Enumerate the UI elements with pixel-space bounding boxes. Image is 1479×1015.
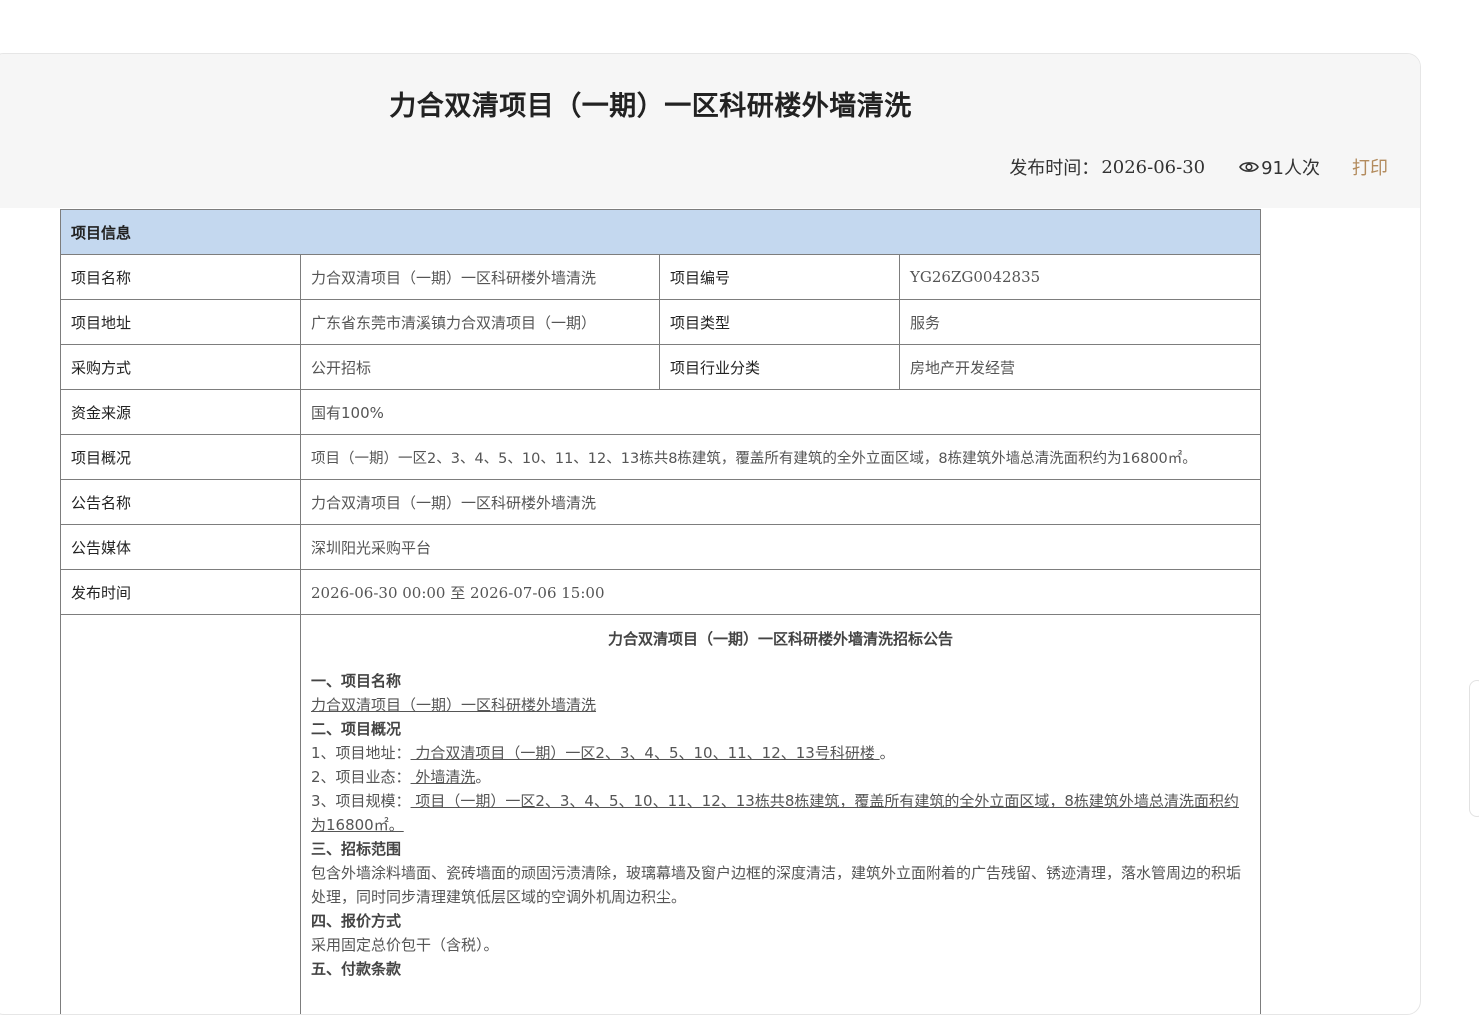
value-cell: 房地产开发经营 xyxy=(900,345,1261,390)
line-label: 2、项目业态： xyxy=(311,768,411,786)
table-row: 公告媒体 深圳阳光采购平台 xyxy=(61,525,1261,570)
section-header: 项目信息 xyxy=(61,210,1261,255)
table-row: 采购方式 公开招标 项目行业分类 房地产开发经营 xyxy=(61,345,1261,390)
label-cell: 公告媒体 xyxy=(61,525,301,570)
section-title: 四、报价方式 xyxy=(311,909,1250,933)
page-title: 力合双清项目（一期）一区科研楼外墙清洗 xyxy=(0,84,1310,123)
project-info-table: 项目信息 项目名称 力合双清项目（一期）一区科研楼外墙清洗 项目编号 YG26Z… xyxy=(60,209,1261,1015)
label-cell xyxy=(61,615,301,1015)
value-cell: 深圳阳光采购平台 xyxy=(301,525,1261,570)
value-cell: 力合双清项目（一期）一区科研楼外墙清洗 xyxy=(301,255,660,300)
label-cell: 项目编号 xyxy=(660,255,900,300)
value-cell: 项目（一期）一区2、3、4、5、10、11、12、13栋共8栋建筑，覆盖所有建筑… xyxy=(301,435,1261,480)
notice-line: 2、项目业态： 外墙清洗。 xyxy=(311,765,1250,789)
label-cell: 项目地址 xyxy=(61,300,301,345)
notice-content: 力合双清项目（一期）一区科研楼外墙清洗招标公告 一、项目名称 力合双清项目（一期… xyxy=(301,615,1261,1015)
line-label: 1、项目地址： xyxy=(311,744,411,762)
table-header-row: 项目信息 xyxy=(61,210,1261,255)
section-title: 二、项目概况 xyxy=(311,717,1250,741)
label-cell: 资金来源 xyxy=(61,390,301,435)
label-cell: 项目名称 xyxy=(61,255,301,300)
label-cell: 项目类型 xyxy=(660,300,900,345)
label-cell: 发布时间 xyxy=(61,570,301,615)
value-cell: 力合双清项目（一期）一区科研楼外墙清洗 xyxy=(301,480,1261,525)
line-value: 外墙清洗 xyxy=(411,768,476,786)
eye-icon xyxy=(1239,160,1259,174)
line-label: 3、项目规模： xyxy=(311,792,411,810)
section-title: 五、付款条款 xyxy=(311,957,1250,981)
detail-card: 力合双清项目（一期）一区科研楼外墙清洗 发布时间： 2026-06-30 91人… xyxy=(0,53,1421,1015)
view-count-text: 91人次 xyxy=(1261,154,1320,180)
publish-date: 2026-06-30 xyxy=(1101,157,1205,178)
label-cell: 项目行业分类 xyxy=(660,345,900,390)
label-cell: 公告名称 xyxy=(61,480,301,525)
section-body: 采用固定总价包干（含税）。 xyxy=(311,933,1250,957)
value-cell: YG26ZG0042835 xyxy=(900,255,1261,300)
section-body: 包含外墙涂料墙面、瓷砖墙面的顽固污渍清除，玻璃幕墙及窗户边框的深度清洁，建筑外立… xyxy=(311,861,1250,909)
table-row: 公告名称 力合双清项目（一期）一区科研楼外墙清洗 xyxy=(61,480,1261,525)
section-title: 三、招标范围 xyxy=(311,837,1250,861)
value-cell: 2026-06-30 00:00 至 2026-07-06 15:00 xyxy=(301,570,1261,615)
publish-label: 发布时间： xyxy=(1009,154,1099,180)
view-count: 91人次 xyxy=(1239,154,1320,180)
value-cell: 服务 xyxy=(900,300,1261,345)
print-button[interactable]: 打印 xyxy=(1352,154,1388,180)
value-cell: 公开招标 xyxy=(301,345,660,390)
section-body: 力合双清项目（一期）一区科研楼外墙清洗 xyxy=(311,693,1250,717)
line-value: 项目（一期）一区2、3、4、5、10、11、12、13栋共8栋建筑，覆盖所有建筑… xyxy=(311,792,1239,834)
side-scroll-tab[interactable] xyxy=(1469,680,1479,817)
table-row: 项目名称 力合双清项目（一期）一区科研楼外墙清洗 项目编号 YG26ZG0042… xyxy=(61,255,1261,300)
table-row: 项目地址 广东省东莞市清溪镇力合双清项目（一期） 项目类型 服务 xyxy=(61,300,1261,345)
section-title: 一、项目名称 xyxy=(311,669,1250,693)
value-cell: 广东省东莞市清溪镇力合双清项目（一期） xyxy=(301,300,660,345)
notice-line: 3、项目规模： 项目（一期）一区2、3、4、5、10、11、12、13栋共8栋建… xyxy=(311,789,1250,837)
table-row: 力合双清项目（一期）一区科研楼外墙清洗招标公告 一、项目名称 力合双清项目（一期… xyxy=(61,615,1261,1015)
label-cell: 采购方式 xyxy=(61,345,301,390)
header-band xyxy=(0,54,1420,208)
meta-row: 发布时间： 2026-06-30 91人次 打印 xyxy=(1009,154,1388,180)
spacer xyxy=(311,981,1250,1015)
line-value: 力合双清项目（一期）一区2、3、4、5、10、11、12、13号科研楼 xyxy=(411,744,880,762)
table-row: 资金来源 国有100% xyxy=(61,390,1261,435)
notice-title: 力合双清项目（一期）一区科研楼外墙清洗招标公告 xyxy=(311,627,1250,651)
notice-line: 1、项目地址： 力合双清项目（一期）一区2、3、4、5、10、11、12、13号… xyxy=(311,741,1250,765)
table-row: 项目概况 项目（一期）一区2、3、4、5、10、11、12、13栋共8栋建筑，覆… xyxy=(61,435,1261,480)
value-cell: 国有100% xyxy=(301,390,1261,435)
label-cell: 项目概况 xyxy=(61,435,301,480)
table-row: 发布时间 2026-06-30 00:00 至 2026-07-06 15:00 xyxy=(61,570,1261,615)
